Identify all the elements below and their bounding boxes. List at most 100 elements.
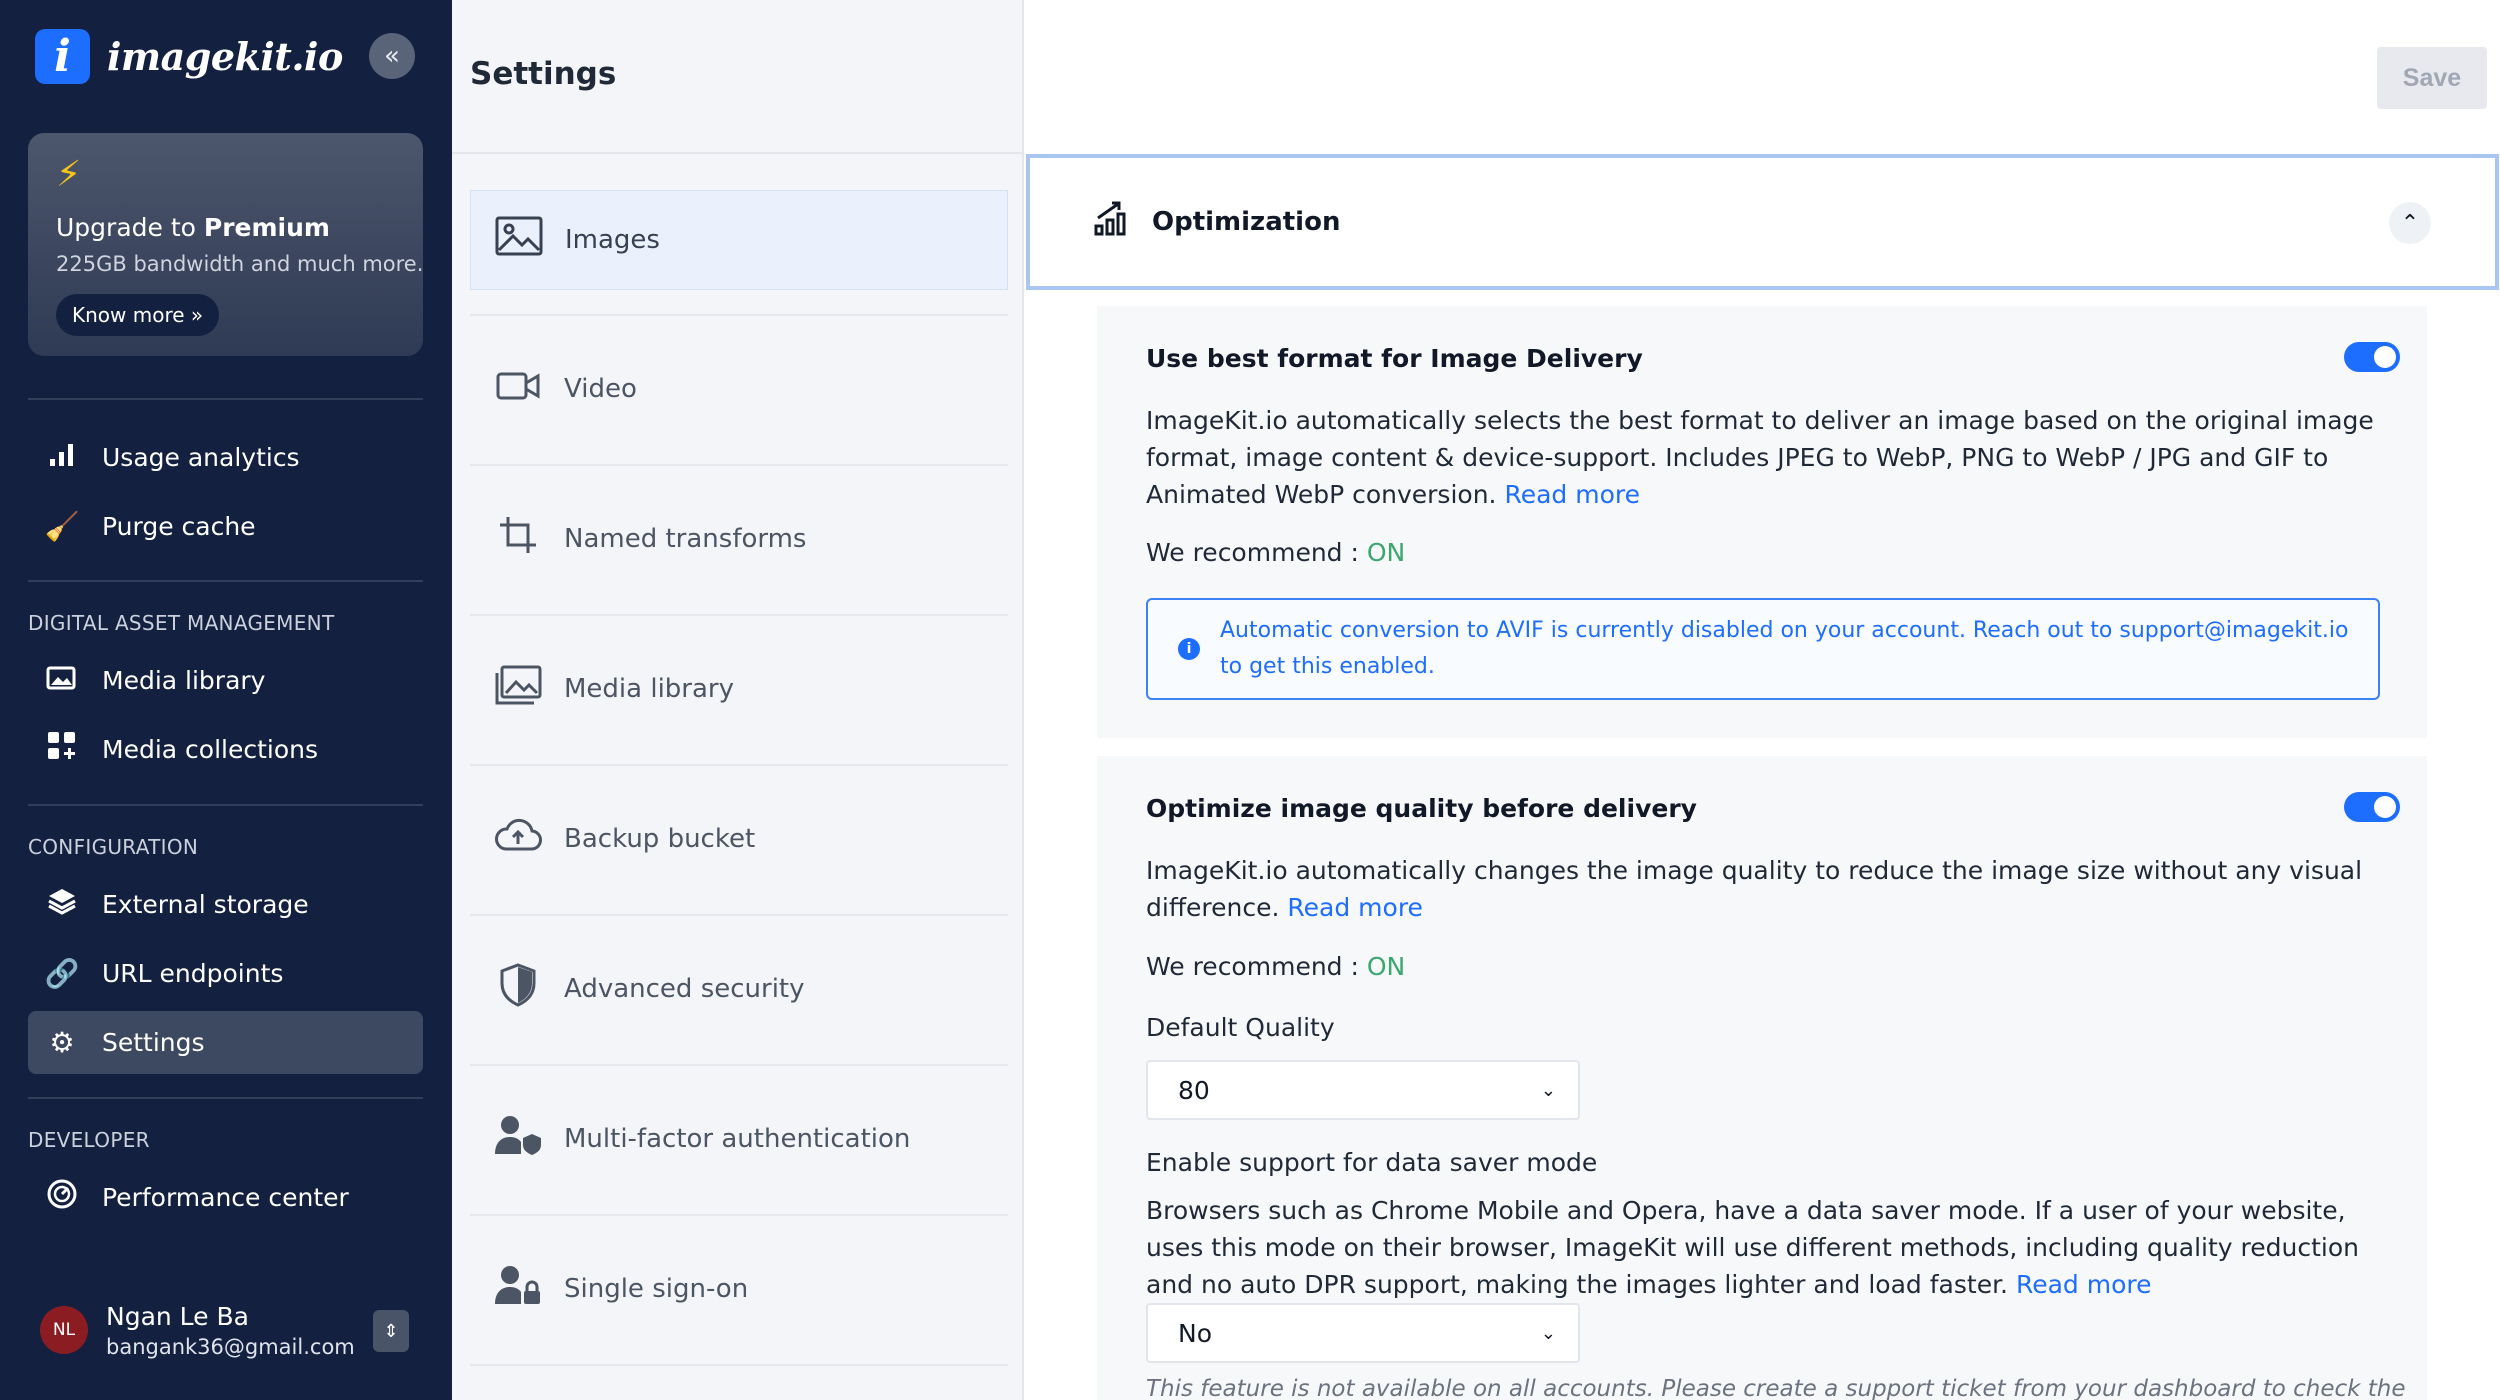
user-name: Ngan Le Ba bbox=[106, 1301, 249, 1331]
sidebar-item-label: Usage analytics bbox=[102, 443, 300, 472]
settings-item-advanced-security[interactable]: Advanced security bbox=[470, 939, 1008, 1039]
avatar: NL bbox=[40, 1306, 88, 1354]
settings-item-sso[interactable]: Single sign-on bbox=[470, 1239, 1008, 1339]
best-format-recommendation: We recommend : ON bbox=[1146, 538, 1405, 567]
settings-divider bbox=[470, 314, 1008, 316]
data-saver-note: This feature is not available on all acc… bbox=[1146, 1376, 2406, 1400]
collapse-sidebar-button[interactable]: « bbox=[369, 33, 415, 79]
upgrade-subtitle: 225GB bandwidth and much more. bbox=[56, 252, 424, 276]
save-button[interactable]: Save bbox=[2377, 47, 2487, 109]
grid-plus-icon bbox=[42, 730, 82, 769]
settings-item-mfa[interactable]: Multi-factor authentication bbox=[470, 1089, 1008, 1189]
user-menu[interactable]: NL Ngan Le Ba bangank36@gmail.com ⇕ bbox=[28, 1290, 423, 1370]
chevron-down-icon: ⌄ bbox=[1540, 1079, 1556, 1101]
settings-item-named-transforms[interactable]: Named transforms bbox=[470, 489, 1008, 589]
sidebar-item-usage-analytics[interactable]: Usage analytics bbox=[28, 426, 423, 489]
settings-item-label: Advanced security bbox=[564, 974, 805, 1004]
user-email: bangank36@gmail.com bbox=[106, 1334, 355, 1359]
image-icon bbox=[493, 216, 545, 265]
lightning-icon: ⚡ bbox=[56, 154, 82, 195]
read-more-link[interactable]: Read more bbox=[2016, 1270, 2152, 1299]
data-saver-desc-text: Browsers such as Chrome Mobile and Opera… bbox=[1146, 1196, 2359, 1299]
recommend-label: We recommend : bbox=[1146, 538, 1367, 567]
sidebar-item-media-collections[interactable]: Media collections bbox=[28, 718, 423, 781]
best-format-panel: Use best format for Image Delivery Image… bbox=[1097, 306, 2427, 738]
settings-item-label: Video bbox=[564, 374, 637, 404]
sidebar-divider bbox=[28, 804, 423, 806]
section-title: Optimization bbox=[1152, 207, 1341, 237]
data-saver-description: Browsers such as Chrome Mobile and Opera… bbox=[1146, 1192, 2380, 1303]
sidebar-item-label: Performance center bbox=[102, 1183, 349, 1212]
settings-item-label: Media library bbox=[564, 674, 735, 704]
upgrade-title: Upgrade to Premium bbox=[56, 213, 395, 242]
optimization-section-header[interactable]: Optimization ⌃ bbox=[1026, 154, 2499, 290]
user-info: Ngan Le Ba bangank36@gmail.com bbox=[106, 1302, 355, 1359]
know-more-button[interactable]: Know more » bbox=[56, 294, 220, 336]
sidebar-item-label: External storage bbox=[102, 890, 309, 919]
sidebar-divider bbox=[28, 398, 423, 400]
sidebar-item-label: Purge cache bbox=[102, 512, 256, 541]
default-quality-value: 80 bbox=[1178, 1075, 1210, 1105]
sidebar-item-purge-cache[interactable]: 🧹 Purge cache bbox=[28, 495, 423, 558]
section-title-configuration: CONFIGURATION bbox=[28, 835, 199, 859]
settings-item-label: Backup bucket bbox=[564, 824, 756, 854]
layers-icon bbox=[42, 886, 82, 923]
settings-divider bbox=[470, 914, 1008, 916]
chevron-up-icon: ⌃ bbox=[2400, 210, 2420, 236]
recommend-label: We recommend : bbox=[1146, 952, 1367, 981]
default-quality-select[interactable]: 80 ⌄ bbox=[1146, 1060, 1580, 1120]
gear-icon: ⚙ bbox=[49, 1026, 75, 1059]
settings-item-backup-bucket[interactable]: Backup bucket bbox=[470, 789, 1008, 889]
sidebar-item-performance-center[interactable]: Performance center bbox=[28, 1166, 423, 1229]
recommend-value: ON bbox=[1366, 538, 1406, 567]
bar-chart-icon bbox=[42, 439, 82, 476]
settings-item-video[interactable]: Video bbox=[470, 339, 1008, 439]
settings-item-images[interactable]: Images bbox=[470, 190, 1008, 290]
settings-item-label: Multi-factor authentication bbox=[564, 1124, 911, 1154]
image-stack-icon bbox=[42, 663, 82, 698]
settings-divider bbox=[470, 1214, 1008, 1216]
sidebar-item-external-storage[interactable]: External storage bbox=[28, 873, 423, 936]
data-saver-select[interactable]: No ⌄ bbox=[1146, 1303, 1580, 1363]
chevron-up-down-icon: ⇕ bbox=[383, 1320, 399, 1342]
upgrade-card: ⚡ Upgrade to Premium 225GB bandwidth and… bbox=[28, 133, 423, 356]
broom-icon: 🧹 bbox=[44, 510, 80, 543]
read-more-link[interactable]: Read more bbox=[1504, 480, 1640, 509]
settings-divider bbox=[470, 1364, 1008, 1366]
chevron-down-icon: ⌄ bbox=[1540, 1322, 1556, 1344]
quality-panel: Optimize image quality before delivery I… bbox=[1097, 756, 2427, 1400]
sidebar-divider bbox=[28, 580, 423, 582]
account-switcher-button[interactable]: ⇕ bbox=[373, 1310, 409, 1352]
sidebar-divider bbox=[28, 1097, 423, 1099]
settings-item-media-library[interactable]: Media library bbox=[470, 639, 1008, 739]
settings-item-label: Named transforms bbox=[564, 524, 807, 554]
quality-toggle[interactable] bbox=[2344, 792, 2400, 822]
data-saver-label: Enable support for data saver mode bbox=[1146, 1148, 1598, 1177]
upgrade-title-prefix: Upgrade to bbox=[56, 213, 204, 242]
sidebar-item-settings[interactable]: ⚙ Settings bbox=[28, 1011, 423, 1074]
sidebar-item-label: Settings bbox=[102, 1028, 205, 1057]
user-lock-icon bbox=[492, 1264, 544, 1315]
shield-icon bbox=[492, 962, 544, 1016]
crop-icon bbox=[492, 515, 544, 564]
settings-nav: Settings Images Video Named transforms M… bbox=[452, 0, 1024, 1400]
settings-item-label: Single sign-on bbox=[564, 1274, 749, 1304]
bar-chart-growth-icon bbox=[1094, 200, 1130, 245]
brand-logo[interactable]: i imagekit.io bbox=[35, 29, 343, 84]
recommend-value: ON bbox=[1366, 952, 1406, 981]
sidebar-item-label: URL endpoints bbox=[102, 959, 284, 988]
read-more-link[interactable]: Read more bbox=[1287, 893, 1423, 922]
user-shield-icon bbox=[492, 1114, 544, 1165]
sidebar-item-url-endpoints[interactable]: 🔗 URL endpoints bbox=[28, 942, 423, 1005]
best-format-toggle[interactable] bbox=[2344, 342, 2400, 372]
quality-recommendation: We recommend : ON bbox=[1146, 952, 1405, 981]
quality-title: Optimize image quality before delivery bbox=[1146, 794, 1697, 823]
avif-info-alert: i Automatic conversion to AVIF is curren… bbox=[1146, 598, 2380, 700]
sidebar-item-label: Media collections bbox=[102, 735, 319, 764]
brand-name: imagekit.io bbox=[107, 34, 343, 79]
link-icon: 🔗 bbox=[44, 957, 80, 990]
settings-item-label: Images bbox=[565, 225, 660, 255]
sidebar-item-media-library[interactable]: Media library bbox=[28, 649, 423, 712]
collapse-section-button[interactable]: ⌃ bbox=[2389, 202, 2431, 244]
info-icon: i bbox=[1178, 638, 1200, 660]
